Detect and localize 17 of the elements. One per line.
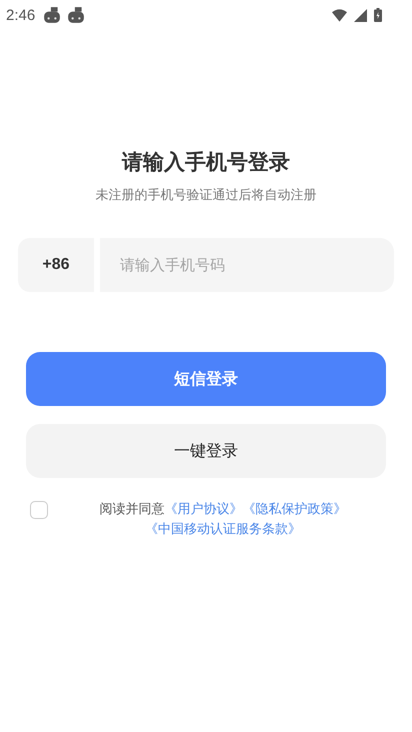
notification-icon: [67, 7, 86, 23]
agreement-link[interactable]: 《中国移动认证服务条款》: [145, 522, 301, 537]
agreement-link[interactable]: 《用户协议》: [164, 502, 242, 517]
notification-icon: [43, 7, 62, 23]
signal-icon: [353, 8, 368, 22]
subtitle: 未注册的手机号验证通过后将自动注册: [94, 187, 318, 204]
status-time: 2:46: [6, 6, 36, 24]
battery-icon: [374, 8, 382, 22]
agreement-text: 阅读并同意《用户协议》《隐私保护政策》 《中国移动认证服务条款》: [98, 501, 348, 539]
wifi-icon: [332, 8, 347, 22]
phone-input-field[interactable]: 请输入手机号码: [100, 238, 394, 292]
agreement-checkbox[interactable]: [30, 501, 48, 519]
page-title: 请输入手机号登录: [120, 149, 291, 176]
sms-login-button[interactable]: 短信登录: [26, 352, 386, 406]
agreement-link[interactable]: 《隐私保护政策》: [242, 502, 346, 517]
country-code[interactable]: +86: [18, 238, 94, 292]
one-tap-login-button[interactable]: 一键登录: [26, 424, 386, 478]
